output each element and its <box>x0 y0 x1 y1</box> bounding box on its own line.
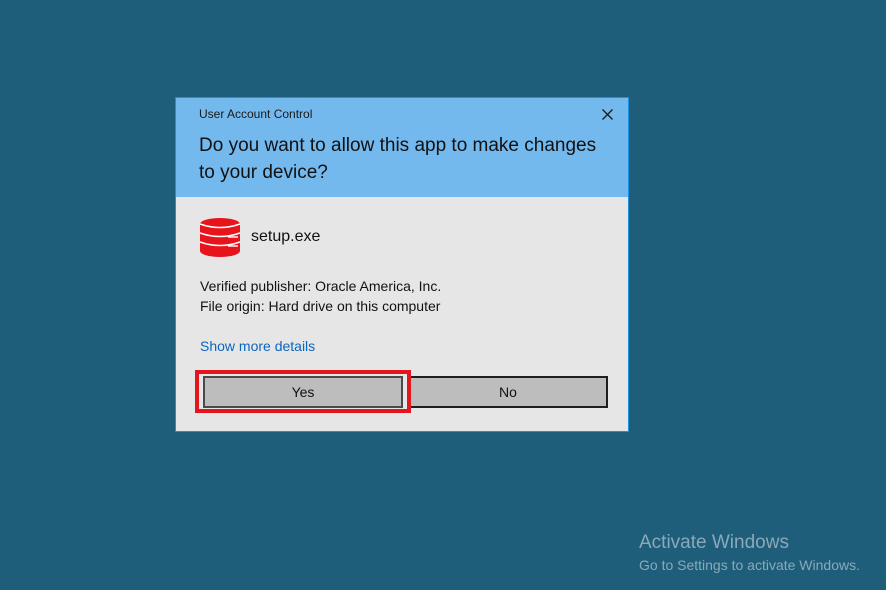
file-origin-text: File origin: Hard drive on this computer <box>200 298 441 314</box>
show-more-details-link[interactable]: Show more details <box>200 338 315 354</box>
uac-question: Do you want to allow this app to make ch… <box>199 135 597 183</box>
no-button[interactable]: No <box>408 376 608 408</box>
uac-header: User Account Control Do you want to allo… <box>176 98 628 197</box>
yes-button[interactable]: Yes <box>203 376 403 408</box>
activate-windows-subtitle: Go to Settings to activate Windows. <box>639 557 860 573</box>
close-button[interactable] <box>596 104 618 124</box>
window-title: User Account Control <box>199 107 313 121</box>
uac-dialog: User Account Control Do you want to allo… <box>175 97 629 432</box>
publisher-text: Verified publisher: Oracle America, Inc. <box>200 278 442 294</box>
close-icon <box>602 109 613 120</box>
activate-windows-title: Activate Windows <box>639 532 789 553</box>
app-name: setup.exe <box>251 228 321 245</box>
database-icon <box>198 215 242 259</box>
